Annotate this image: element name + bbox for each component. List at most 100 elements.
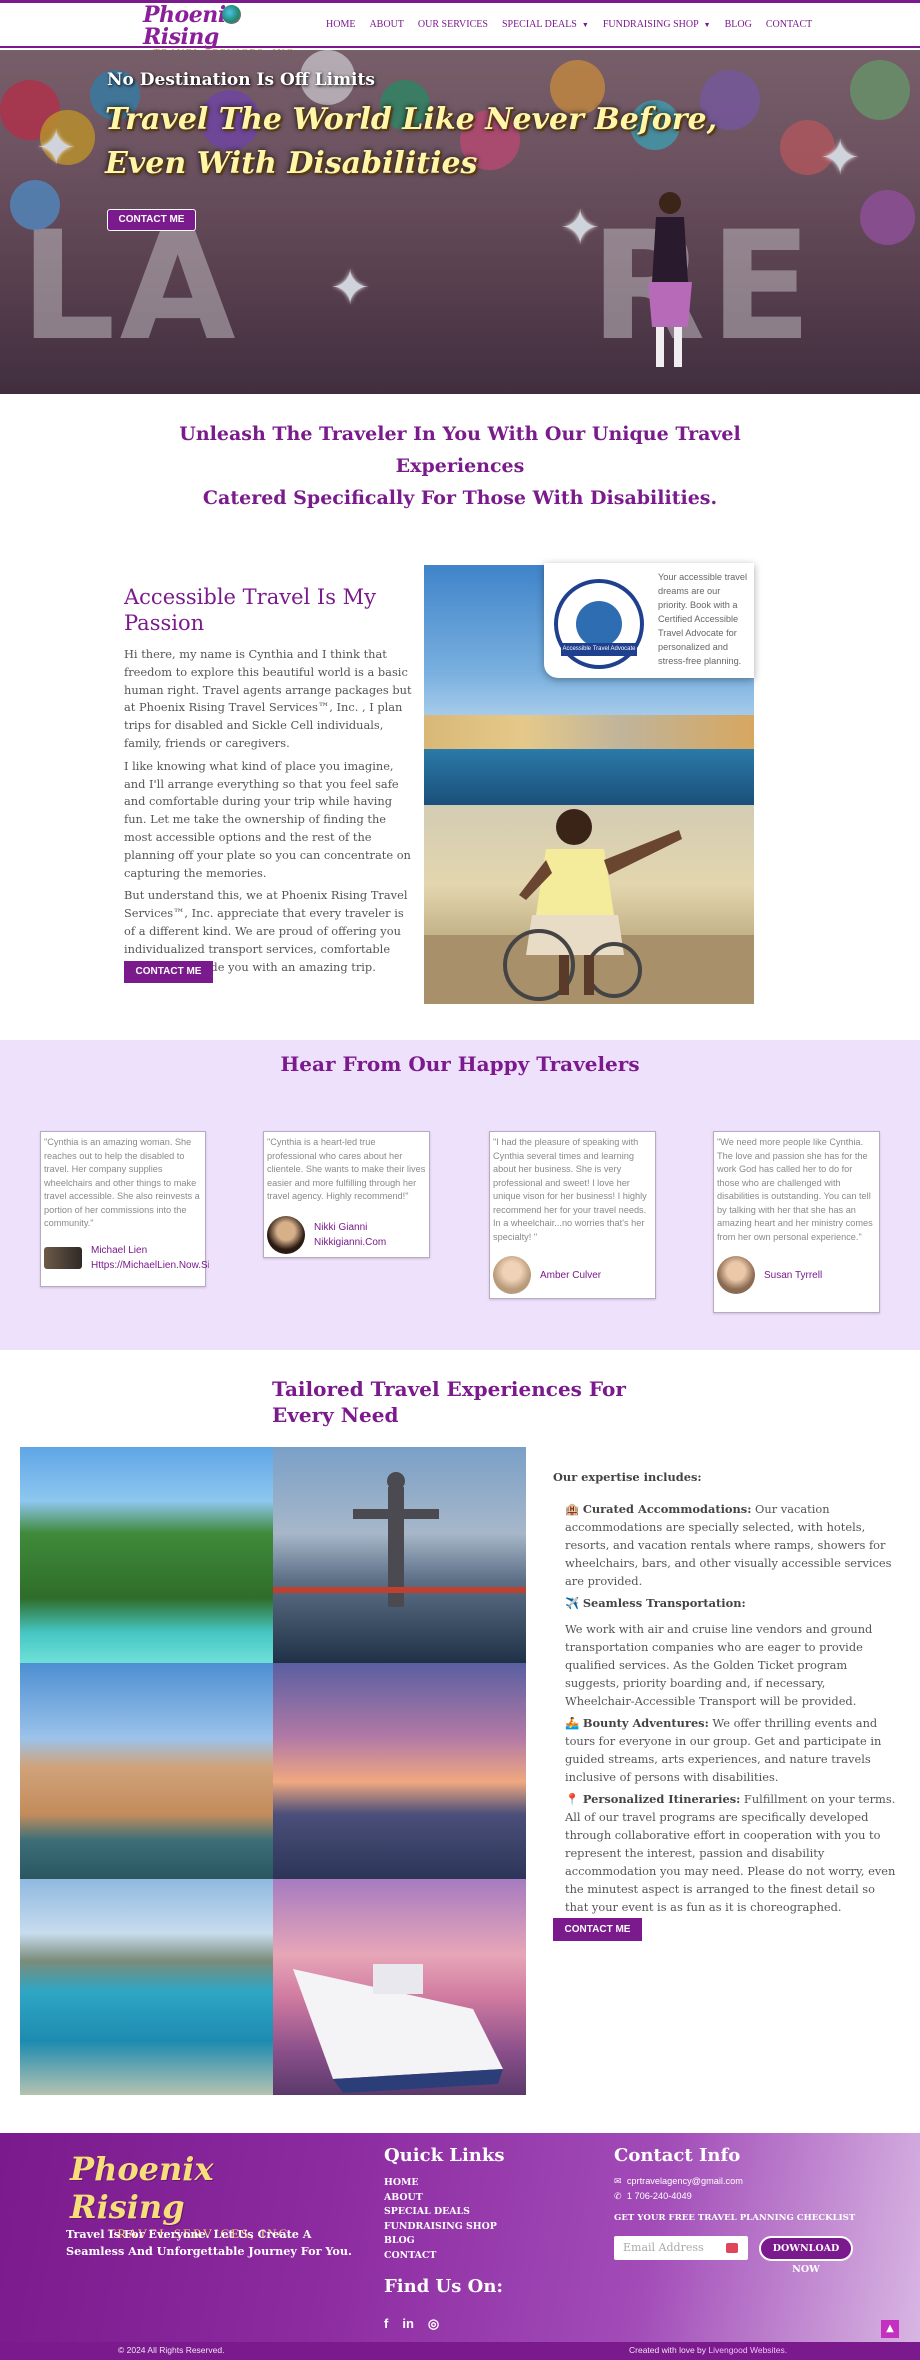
statue-silhouette xyxy=(273,1472,526,1607)
footer-link-special-deals[interactable]: SPECIAL DEALS xyxy=(384,2205,497,2220)
cynthia-photo xyxy=(424,805,754,1004)
rowboat-icon: 🚣 xyxy=(565,1716,580,1730)
hero-title: Travel The World Like Never Before, Even… xyxy=(105,98,725,186)
pin-icon: 📍 xyxy=(565,1792,580,1806)
author-info: Michael Lien Https://MichaelLien.Now.Sit… xyxy=(91,1243,209,1273)
autofill-key-icon xyxy=(726,2243,738,2253)
author-name: Amber Culver xyxy=(540,1269,602,1281)
testimonial-card: "Cynthia is a heart-led true professiona… xyxy=(263,1131,430,1258)
linkedin-icon[interactable]: in xyxy=(402,2316,414,2332)
woman-in-wheelchair-image xyxy=(424,809,754,1004)
footer-link-about[interactable]: ABOUT xyxy=(384,2191,497,2206)
footer-logo-wordmark: Phoenix Rising xyxy=(70,2150,214,2226)
testimonials-title: Hear From Our Happy Travelers xyxy=(280,1052,640,1076)
quick-links-title: Quick Links xyxy=(384,2145,505,2166)
testimonial-author: Michael Lien Https://MichaelLien.Now.Sit… xyxy=(44,1243,209,1273)
footer-link-home[interactable]: HOME xyxy=(384,2176,497,2191)
author-website-link[interactable]: Nikkigianni.Com xyxy=(314,1235,386,1250)
cruise-ship-image xyxy=(293,1964,503,2093)
star-decoration-icon: ✦ xyxy=(560,200,601,256)
passion-title: Accessible Travel Is My Passion xyxy=(124,585,377,635)
testimonial-quote: "Cynthia is a heart-led true professiona… xyxy=(267,1137,426,1201)
download-now-button[interactable]: DOWNLOAD NOW xyxy=(759,2236,853,2275)
footer-link-blog[interactable]: BLOG xyxy=(384,2234,497,2249)
expertise-item: 📍 Personalized Itineraries: Fulfillment … xyxy=(553,1790,898,1916)
passion-paragraph: Hi there, my name is Cynthia and I think… xyxy=(124,647,412,750)
nav-fundraising-shop[interactable]: FUNDRAISING SHOP ▼ xyxy=(603,19,711,30)
nav-special-deals-label: SPECIAL DEALS xyxy=(501,19,577,30)
nav-about[interactable]: ABOUT xyxy=(369,19,403,30)
hotel-icon: 🏨 xyxy=(565,1502,580,1516)
tailored-contact-button[interactable]: CONTACT ME xyxy=(553,1918,642,1941)
expertise-list: Our expertise includes: 🏨 Curated Accomm… xyxy=(553,1468,898,1920)
footer-link-fundraising-shop[interactable]: FUNDRAISING SHOP xyxy=(384,2220,497,2235)
author-name: Michael Lien xyxy=(91,1244,148,1256)
nav-fundraising-label: FUNDRAISING SHOP xyxy=(602,19,699,30)
avatar xyxy=(267,1215,305,1254)
chevron-down-icon: ▼ xyxy=(703,20,711,29)
header-logo[interactable]: Phoenix Rising TRAVEL SERVICES, INC. xyxy=(143,4,313,59)
headline-line-2: Catered Specifically For Those With Disa… xyxy=(202,487,718,509)
credit-prefix: Created with love by xyxy=(629,2345,709,2355)
nav-blog[interactable]: BLOG xyxy=(725,19,752,30)
turquoise-bay-photo xyxy=(20,1879,273,2095)
testimonial-card: "I had the pleasure of speaking with Cyn… xyxy=(489,1131,656,1299)
expertise-text: We work with air and cruise line vendors… xyxy=(565,1622,873,1708)
wheelchair-globe-icon xyxy=(576,601,622,647)
expertise-heading: Seamless Transportation: xyxy=(582,1596,746,1610)
expertise-heading: Curated Accommodations: xyxy=(582,1502,752,1516)
scroll-to-top-button[interactable]: ▲ xyxy=(881,2320,899,2338)
footer-link-contact[interactable]: CONTACT xyxy=(384,2249,497,2264)
author-website-link[interactable]: Https://MichaelLien.Now.Site xyxy=(91,1258,209,1273)
chevron-down-icon: ▼ xyxy=(581,20,589,29)
hero-title-line-1: Travel The World Like Never Before, xyxy=(105,102,718,137)
nav-our-services[interactable]: OUR SERVICES xyxy=(418,19,488,30)
contact-phone-row[interactable]: ✆ 1 706-240-4049 xyxy=(614,2189,692,2204)
hero-contact-button[interactable]: CONTACT ME xyxy=(107,209,196,231)
copyright-bar: © 2024 All Rights Reserved. Created with… xyxy=(0,2342,920,2360)
globe-icon xyxy=(222,5,241,24)
author-info: Susan Tyrrell xyxy=(764,1268,822,1283)
testimonial-quote: "I had the pleasure of speaking with Cyn… xyxy=(493,1137,647,1242)
envelope-icon: ✉ xyxy=(614,2176,622,2186)
passion-paragraph: I like knowing what kind of place you im… xyxy=(124,758,411,880)
expertise-item: 🚣 Bounty Adventures: We offer thrilling … xyxy=(553,1714,898,1786)
credit-link[interactable]: Livengood Websites. xyxy=(708,2345,787,2355)
badge-text: Your accessible travel dreams are our pr… xyxy=(658,572,748,666)
tailored-title: Tailored Travel Experiences For Every Ne… xyxy=(272,1377,626,1427)
christ-statue-photo xyxy=(273,1447,526,1663)
testimonial-author: Amber Culver xyxy=(493,1256,652,1294)
testimonial-quote: "Cynthia is an amazing woman. She reache… xyxy=(44,1137,200,1228)
testimonial-author: Susan Tyrrell xyxy=(717,1256,876,1294)
nav-home[interactable]: HOME xyxy=(326,19,355,30)
airplane-icon: ✈️ xyxy=(565,1596,580,1610)
passion-contact-button[interactable]: CONTACT ME xyxy=(124,961,213,983)
testimonial-card: "Cynthia is an amazing woman. She reache… xyxy=(40,1131,209,1287)
main-nav: HOME ABOUT OUR SERVICES SPECIAL DEALS ▼ F… xyxy=(326,19,826,30)
badge-ribbon: Accessible Travel Advocate xyxy=(561,643,637,656)
contact-email: cprtravelagency@gmail.com xyxy=(626,2176,743,2186)
contact-email-row[interactable]: ✉ cprtravelagency@gmail.com xyxy=(614,2174,743,2189)
footer-tagline: Travel Is For Everyone. Let Us Create A … xyxy=(66,2227,352,2258)
nav-contact[interactable]: CONTACT xyxy=(766,19,812,30)
author-info: Amber Culver xyxy=(540,1268,601,1283)
nav-special-deals[interactable]: SPECIAL DEALS ▼ xyxy=(502,19,589,30)
author-name: Nikki Gianni xyxy=(314,1221,368,1233)
rialto-bridge-photo xyxy=(20,1663,273,1879)
facebook-icon[interactable]: f xyxy=(384,2316,388,2332)
city-bridge-sunset-photo xyxy=(273,1663,526,1879)
email-field[interactable]: Email Address xyxy=(614,2236,748,2260)
avatar xyxy=(44,1246,82,1269)
testimonial-quote: "We need more people like Cynthia. The l… xyxy=(717,1137,873,1242)
cruise-ship-photo xyxy=(273,1879,526,2095)
instagram-icon[interactable]: ◎ xyxy=(428,2316,439,2332)
expertise-item: 🏨 Curated Accommodations: Our vacation a… xyxy=(553,1500,898,1590)
testimonial-card: "We need more people like Cynthia. The l… xyxy=(713,1131,880,1313)
passion-text: Hi there, my name is Cynthia and I think… xyxy=(124,646,414,981)
expertise-item: ✈️ Seamless Transportation: xyxy=(553,1594,898,1612)
chevron-up-icon: ▲ xyxy=(886,2323,894,2334)
advocate-badge-card: Accessible Travel Advocate Your accessib… xyxy=(544,563,754,678)
checklist-label: GET YOUR FREE TRAVEL PLANNING CHECKLIST xyxy=(614,2213,856,2223)
traveler-photo xyxy=(648,192,692,367)
star-decoration-icon: ✦ xyxy=(36,120,77,176)
